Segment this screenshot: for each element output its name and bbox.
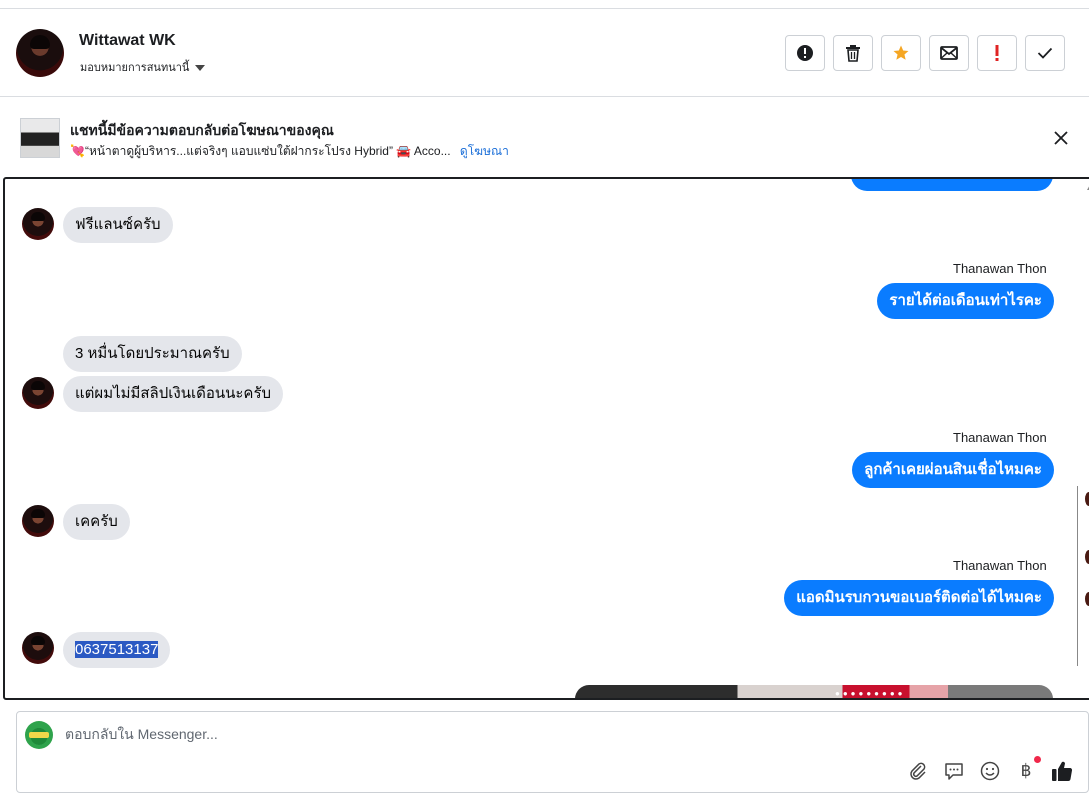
exclamation-circle-icon (797, 45, 813, 61)
avatar (1085, 492, 1089, 506)
contact-avatar[interactable] (22, 632, 54, 664)
payment-button[interactable]: ฿ (1015, 756, 1041, 782)
speech-bubble-icon (945, 763, 963, 780)
baht-icon: ฿ (1020, 761, 1032, 781)
reply-input[interactable] (65, 726, 865, 742)
trash-icon (846, 45, 860, 62)
ad-text: 💘“หน้าตาดูผู้บริหาร...แต่จริงๆ แอบแซ่บใต… (70, 144, 451, 158)
star-button[interactable] (881, 35, 921, 71)
notification-dot (1034, 756, 1041, 763)
close-icon[interactable] (1052, 129, 1070, 147)
emoji-button[interactable] (979, 760, 1001, 782)
check-icon (1037, 47, 1053, 59)
page-avatar (25, 721, 53, 749)
message-bubble-incoming: ฟรีแลนซ์ครับ (63, 207, 173, 243)
envelope-icon (940, 46, 958, 60)
header-actions (785, 35, 1065, 71)
message-bubble-outgoing-partial (851, 179, 1053, 191)
mark-done-button[interactable] (1025, 35, 1065, 71)
message-bubble-incoming: 0637513137 (63, 632, 171, 668)
phone-number-selected[interactable]: 0637513137 (75, 641, 159, 658)
ad-banner-title: แชทนี้มีข้อความตอบกลับต่อโฆษณาของคุณ (70, 122, 334, 138)
exclamation-icon (995, 45, 999, 61)
contact-avatar[interactable] (22, 505, 54, 537)
contact-avatar[interactable] (22, 208, 54, 240)
view-ad-link[interactable]: ดูโฆษณา (460, 144, 509, 158)
sender-name: Thanawan Thon (953, 558, 1047, 573)
message-bubble-outgoing: แอดมินรบกวนขอเบอร์ติดต่อได้ไหมคะ (784, 580, 1054, 616)
carousel-dots: ●●●●●●●●● (835, 689, 906, 698)
contact-name[interactable]: Wittawat WK (79, 32, 176, 50)
ad-banner-subtitle: 💘“หน้าตาดูผู้บริหาร...แต่จริงๆ แอบแซ่บใต… (70, 142, 509, 161)
ad-reply-banner: แชทนี้มีข้อความตอบกลับต่อโฆษณาของคุณ 💘“ห… (0, 98, 1089, 176)
contact-avatar[interactable] (22, 377, 54, 409)
sender-name: Thanawan Thon (953, 430, 1047, 445)
conversation-header: Wittawat WK มอบหมายการสนทนานี้ (0, 9, 1089, 97)
paperclip-icon (910, 762, 926, 780)
attach-button[interactable] (907, 760, 929, 782)
avatar (1085, 550, 1089, 564)
message-bubble-outgoing: รายได้ต่อเดือนเท่าไรคะ (877, 283, 1054, 319)
assign-label: มอบหมายการสนทนานี้ (80, 62, 190, 74)
thumbs-up-icon (1052, 761, 1073, 782)
composer-tools: ฿ (907, 756, 1073, 782)
avatar (1085, 592, 1089, 606)
assign-conversation-dropdown[interactable]: มอบหมายการสนทนานี้ (80, 58, 206, 76)
message-bubble-incoming: เคครับ (63, 504, 130, 540)
message-bubble-incoming: 3 หมื่นโดยประมาณครับ (63, 336, 242, 372)
reply-composer: ฿ (16, 711, 1089, 793)
image-attachment-preview[interactable]: ●●●●●●●●● (575, 685, 1053, 698)
star-icon (893, 45, 909, 60)
like-button[interactable] (1051, 760, 1073, 782)
message-bubble-outgoing: ลูกค้าเคยผ่อนสินเชื่อไหมคะ (852, 452, 1054, 488)
contact-avatar[interactable] (16, 29, 64, 77)
message-bubble-incoming: แต่ผมไม่มีสลิปเงินเดือนนะครับ (63, 376, 284, 412)
follow-up-button[interactable] (977, 35, 1017, 71)
saved-replies-button[interactable] (943, 760, 965, 782)
side-panel-edge (1077, 486, 1089, 666)
report-button[interactable] (785, 35, 825, 71)
message-thread[interactable]: ฟรีแลนซ์ครับ Thanawan Thon รายได้ต่อเดือ… (3, 177, 1089, 700)
mark-unread-button[interactable] (929, 35, 969, 71)
ad-thumbnail[interactable] (20, 118, 60, 158)
smiley-icon (980, 761, 1000, 781)
delete-button[interactable] (833, 35, 873, 71)
caret-down-icon (195, 64, 206, 71)
sender-name: Thanawan Thon (953, 261, 1047, 276)
